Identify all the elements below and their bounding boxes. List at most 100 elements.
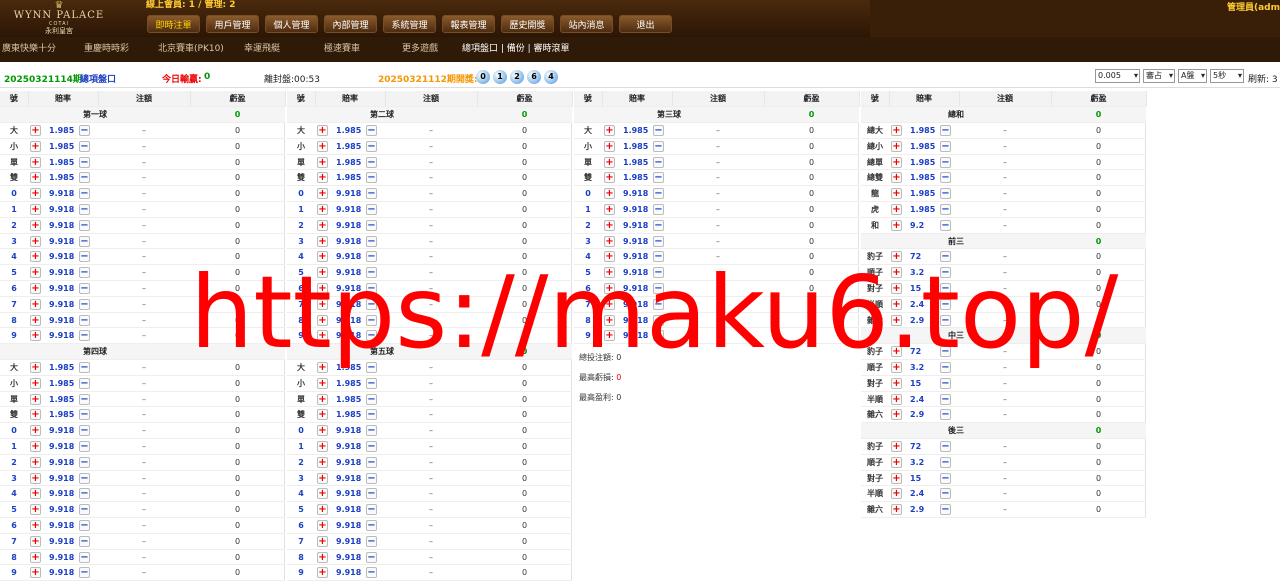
plus-icon[interactable]: + bbox=[891, 377, 902, 389]
menu-button-8[interactable]: 退出 bbox=[619, 15, 672, 33]
plus-icon[interactable]: + bbox=[30, 535, 41, 547]
rate-select[interactable]: 0.005 bbox=[1095, 69, 1140, 83]
minus-icon[interactable]: − bbox=[79, 314, 90, 326]
minus-icon[interactable]: − bbox=[940, 314, 951, 326]
plus-icon[interactable]: + bbox=[317, 551, 328, 563]
plus-icon[interactable]: + bbox=[604, 219, 615, 231]
minus-icon[interactable]: − bbox=[940, 298, 951, 310]
menu-button-2[interactable]: 個人管理 bbox=[265, 15, 318, 33]
minus-icon[interactable]: − bbox=[79, 409, 90, 421]
plus-icon[interactable]: + bbox=[604, 267, 615, 279]
minus-icon[interactable]: − bbox=[653, 203, 664, 215]
minus-icon[interactable]: − bbox=[366, 172, 377, 184]
plus-icon[interactable]: + bbox=[604, 124, 615, 136]
plus-icon[interactable]: + bbox=[604, 330, 615, 342]
minus-icon[interactable]: − bbox=[79, 282, 90, 294]
plus-icon[interactable]: + bbox=[30, 425, 41, 437]
plus-icon[interactable]: + bbox=[891, 393, 902, 405]
plus-icon[interactable]: + bbox=[30, 551, 41, 563]
minus-icon[interactable]: − bbox=[79, 504, 90, 516]
plus-icon[interactable]: + bbox=[317, 314, 328, 326]
minus-icon[interactable]: − bbox=[940, 188, 951, 200]
minus-icon[interactable]: − bbox=[940, 346, 951, 358]
minus-icon[interactable]: − bbox=[940, 504, 951, 516]
plus-icon[interactable]: + bbox=[30, 361, 41, 373]
minus-icon[interactable]: − bbox=[79, 330, 90, 342]
plus-icon[interactable]: + bbox=[604, 314, 615, 326]
minus-icon[interactable]: − bbox=[366, 488, 377, 500]
plus-icon[interactable]: + bbox=[317, 519, 328, 531]
minus-icon[interactable]: − bbox=[366, 393, 377, 405]
minus-icon[interactable]: − bbox=[366, 504, 377, 516]
plus-icon[interactable]: + bbox=[30, 393, 41, 405]
minus-icon[interactable]: − bbox=[79, 140, 90, 152]
minus-icon[interactable]: − bbox=[940, 377, 951, 389]
plus-icon[interactable]: + bbox=[317, 251, 328, 263]
mode-select[interactable]: 審占 bbox=[1143, 69, 1175, 83]
subnav-item-4[interactable]: 極速賽車 bbox=[324, 41, 360, 54]
subnav-item-5[interactable]: 更多遊戲 bbox=[402, 41, 438, 54]
plus-icon[interactable]: + bbox=[30, 456, 41, 468]
minus-icon[interactable]: − bbox=[366, 425, 377, 437]
minus-icon[interactable]: − bbox=[653, 140, 664, 152]
plus-icon[interactable]: + bbox=[891, 346, 902, 358]
plus-icon[interactable]: + bbox=[317, 124, 328, 136]
panel-label[interactable]: 總項盤口 bbox=[80, 72, 116, 85]
plus-icon[interactable]: + bbox=[30, 440, 41, 452]
minus-icon[interactable]: − bbox=[653, 172, 664, 184]
plus-icon[interactable]: + bbox=[317, 267, 328, 279]
minus-icon[interactable]: − bbox=[653, 219, 664, 231]
minus-icon[interactable]: − bbox=[366, 124, 377, 136]
plus-icon[interactable]: + bbox=[30, 140, 41, 152]
plus-icon[interactable]: + bbox=[604, 235, 615, 247]
menu-button-4[interactable]: 系統管理 bbox=[383, 15, 436, 33]
minus-icon[interactable]: − bbox=[79, 551, 90, 563]
minus-icon[interactable]: − bbox=[653, 188, 664, 200]
plus-icon[interactable]: + bbox=[891, 472, 902, 484]
minus-icon[interactable]: − bbox=[653, 314, 664, 326]
menu-button-6[interactable]: 歷史開獎 bbox=[501, 15, 554, 33]
plus-icon[interactable]: + bbox=[317, 203, 328, 215]
minus-icon[interactable]: − bbox=[366, 377, 377, 389]
plus-icon[interactable]: + bbox=[317, 361, 328, 373]
minus-icon[interactable]: − bbox=[79, 488, 90, 500]
minus-icon[interactable]: − bbox=[940, 456, 951, 468]
minus-icon[interactable]: − bbox=[940, 172, 951, 184]
plus-icon[interactable]: + bbox=[604, 156, 615, 168]
minus-icon[interactable]: − bbox=[366, 314, 377, 326]
minus-icon[interactable]: − bbox=[79, 203, 90, 215]
minus-icon[interactable]: − bbox=[366, 188, 377, 200]
plus-icon[interactable]: + bbox=[891, 488, 902, 500]
plus-icon[interactable]: + bbox=[30, 472, 41, 484]
menu-button-7[interactable]: 站內消息 bbox=[560, 15, 613, 33]
plus-icon[interactable]: + bbox=[891, 219, 902, 231]
minus-icon[interactable]: − bbox=[366, 282, 377, 294]
minus-icon[interactable]: − bbox=[79, 219, 90, 231]
plus-icon[interactable]: + bbox=[891, 140, 902, 152]
minus-icon[interactable]: − bbox=[653, 235, 664, 247]
minus-icon[interactable]: − bbox=[366, 330, 377, 342]
minus-icon[interactable]: − bbox=[79, 124, 90, 136]
plus-icon[interactable]: + bbox=[30, 488, 41, 500]
minus-icon[interactable]: − bbox=[79, 393, 90, 405]
plus-icon[interactable]: + bbox=[317, 440, 328, 452]
plus-icon[interactable]: + bbox=[891, 203, 902, 215]
plus-icon[interactable]: + bbox=[30, 188, 41, 200]
plus-icon[interactable]: + bbox=[891, 156, 902, 168]
minus-icon[interactable]: − bbox=[940, 393, 951, 405]
admin-label[interactable]: 管理員(adm bbox=[1227, 0, 1280, 13]
menu-button-1[interactable]: 用戶管理 bbox=[206, 15, 259, 33]
menu-button-0[interactable]: 即時注單 bbox=[147, 15, 200, 33]
plus-icon[interactable]: + bbox=[891, 124, 902, 136]
plus-icon[interactable]: + bbox=[317, 219, 328, 231]
minus-icon[interactable]: − bbox=[366, 535, 377, 547]
minus-icon[interactable]: − bbox=[940, 267, 951, 279]
minus-icon[interactable]: − bbox=[366, 298, 377, 310]
plus-icon[interactable]: + bbox=[891, 361, 902, 373]
minus-icon[interactable]: − bbox=[940, 488, 951, 500]
plus-icon[interactable]: + bbox=[317, 409, 328, 421]
minus-icon[interactable]: − bbox=[940, 203, 951, 215]
minus-icon[interactable]: − bbox=[653, 298, 664, 310]
minus-icon[interactable]: − bbox=[940, 472, 951, 484]
minus-icon[interactable]: − bbox=[653, 156, 664, 168]
